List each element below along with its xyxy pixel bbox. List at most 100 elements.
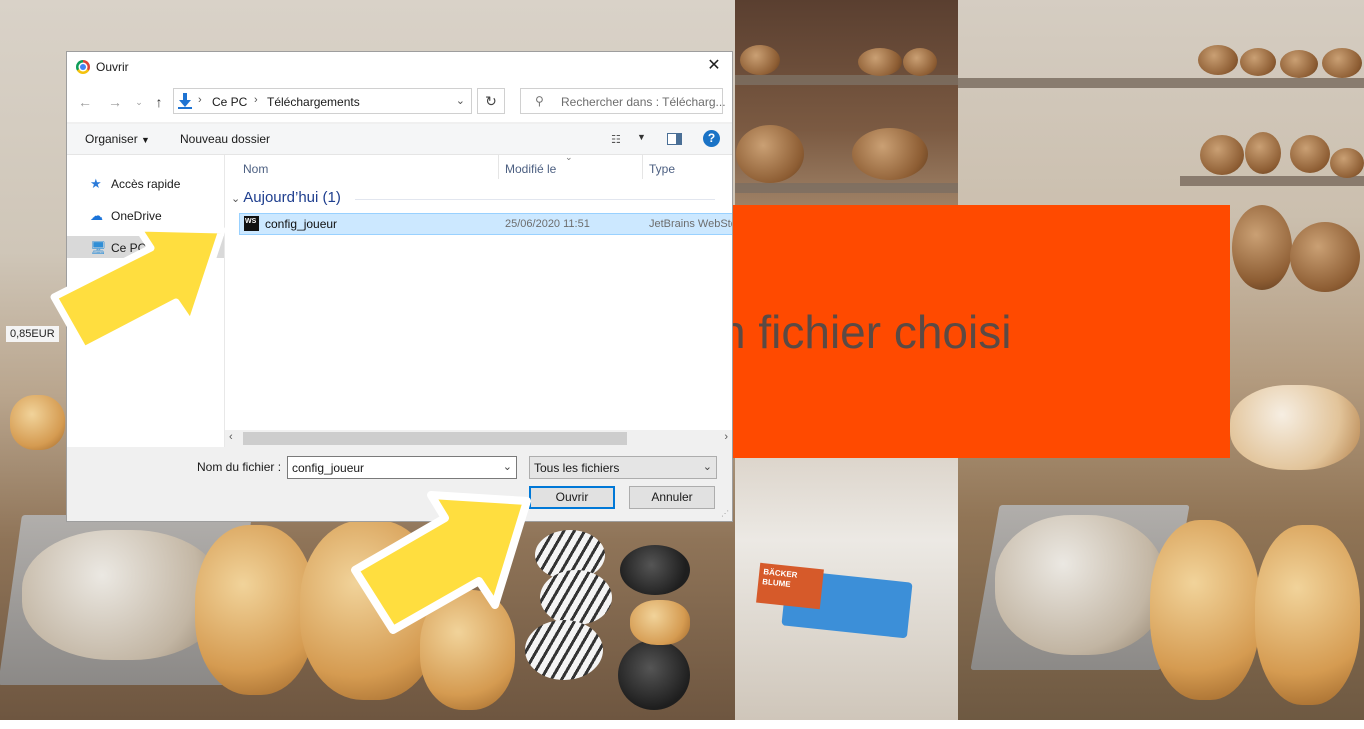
column-header-type[interactable]: Type	[649, 162, 675, 176]
breadcrumb-separator: ›	[254, 94, 258, 106]
filetype-value: Tous les fichiers	[534, 461, 620, 475]
bread	[736, 125, 804, 183]
group-header-label: Aujourd’hui (1)	[243, 189, 341, 206]
filename-label: Nom du fichier :	[197, 460, 282, 474]
preview-pane-icon[interactable]	[667, 133, 682, 145]
organize-label: Organiser	[85, 132, 138, 146]
help-icon[interactable]: ?	[703, 130, 720, 147]
close-button[interactable]: ✕	[704, 56, 724, 76]
sidebar-item-label: Accès rapide	[111, 177, 181, 191]
arrow-up-icon: ↑	[155, 94, 163, 110]
address-dropdown-button[interactable]: ⌄	[456, 94, 465, 107]
breadcrumb-separator: ›	[198, 94, 202, 106]
group-divider	[355, 199, 715, 200]
search-box[interactable]: ⚲ Rechercher dans : Télécharg...	[520, 88, 726, 114]
dialog-title: Ouvrir	[96, 60, 129, 74]
yellow-arrow-icon	[50, 224, 226, 354]
bread	[1290, 135, 1330, 173]
search-input[interactable]: Rechercher dans : Télécharg...	[561, 95, 726, 109]
close-icon: ✕	[707, 57, 721, 74]
bottom-strip	[0, 720, 1364, 729]
bread	[740, 45, 780, 75]
caret-down-icon: ▼	[141, 135, 150, 145]
back-button[interactable]: ←	[77, 94, 93, 110]
view-options-dropdown[interactable]: ▼	[637, 132, 646, 142]
overlay-caption: n fichier choisi	[720, 306, 1012, 358]
horizontal-scrollbar[interactable]: ‹ ›	[225, 430, 732, 447]
resize-grip-icon[interactable]: ⋰	[721, 509, 729, 518]
search-icon: ⚲	[535, 94, 544, 108]
downloads-folder-icon	[178, 93, 192, 109]
pastry	[1150, 520, 1260, 700]
bread	[1240, 48, 1276, 76]
up-button[interactable]: ↑	[151, 94, 167, 110]
chevron-down-icon: ⌄	[455, 95, 465, 107]
shelf	[1180, 176, 1364, 186]
navigation-bar: ← → ⌄ ↑ › Ce PC › Téléchargements ⌄ ↻ ⚲ …	[67, 82, 732, 122]
donut	[618, 640, 690, 710]
bread	[1198, 45, 1238, 75]
scroll-right-icon[interactable]: ›	[724, 431, 728, 443]
column-separator[interactable]	[498, 155, 499, 179]
bread	[1280, 50, 1318, 78]
file-name: config_joueur	[265, 217, 338, 231]
breadcrumb-ce-pc[interactable]: Ce PC	[212, 95, 247, 109]
address-bar[interactable]: › Ce PC › Téléchargements ⌄	[173, 88, 472, 114]
brochure: BÄCKER BLUME	[756, 562, 824, 610]
donut	[540, 570, 612, 625]
sidebar-item-quick-access[interactable]: ★ Accès rapide	[67, 172, 224, 194]
crumb-cake	[995, 515, 1165, 655]
chevron-down-icon[interactable]: ⌄	[503, 460, 512, 473]
new-folder-button[interactable]: Nouveau dossier	[180, 132, 270, 146]
command-toolbar: Organiser ▼ Nouveau dossier ☷ ▼ ?	[67, 124, 732, 155]
cancel-button[interactable]: Annuler	[629, 486, 715, 509]
bread	[1245, 132, 1281, 174]
pastry	[1230, 385, 1360, 470]
sort-caret-icon: ⌄	[565, 155, 573, 162]
bread	[1330, 148, 1364, 178]
dialog-titlebar[interactable]: Ouvrir ✕	[67, 52, 732, 82]
shelf	[958, 78, 1364, 88]
file-type: JetBrains WebStorm	[649, 218, 732, 230]
arrow-left-icon: ←	[78, 94, 92, 110]
chrome-icon	[76, 60, 90, 74]
breadcrumb-downloads[interactable]: Téléchargements	[267, 95, 360, 109]
bread	[903, 48, 937, 76]
donut	[525, 620, 603, 680]
forward-button[interactable]: →	[107, 94, 123, 110]
shelf	[735, 183, 958, 193]
column-header-modified[interactable]: Modifié le	[505, 162, 556, 176]
filename-value: config_joueur	[292, 461, 365, 475]
bread	[1232, 205, 1292, 290]
organize-menu[interactable]: Organiser ▼	[85, 132, 150, 146]
group-header-today[interactable]: ⌄ Aujourd’hui (1)	[231, 189, 341, 206]
shelf	[735, 75, 958, 85]
open-button[interactable]: Ouvrir	[529, 486, 615, 509]
scrollbar-thumb[interactable]	[243, 432, 627, 445]
scroll-left-icon[interactable]: ‹	[229, 431, 233, 443]
view-options-icon[interactable]: ☷	[611, 133, 621, 146]
bread	[1200, 135, 1244, 175]
column-separator[interactable]	[642, 155, 643, 179]
table-row[interactable]: WS config_joueur 25/06/2020 11:51 JetBra…	[239, 213, 732, 235]
filename-input[interactable]: config_joueur ⌄	[287, 456, 517, 479]
sidebar-item-label: OneDrive	[111, 209, 162, 223]
star-icon: ★	[90, 176, 102, 191]
refresh-icon: ↻	[485, 93, 497, 109]
donut	[620, 545, 690, 595]
bread	[852, 128, 928, 180]
refresh-button[interactable]: ↻	[477, 88, 505, 114]
filetype-select[interactable]: Tous les fichiers ⌄	[529, 456, 717, 479]
file-list: Nom Modifié le ⌄ Type ⌄ Aujourd’hui (1) …	[225, 155, 732, 447]
bread	[858, 48, 902, 76]
yellow-arrow-icon	[351, 491, 531, 634]
pastry	[1255, 525, 1360, 705]
chevron-down-icon: ⌄	[231, 193, 244, 205]
recent-locations-button[interactable]: ⌄	[131, 97, 147, 108]
pastry	[10, 395, 65, 450]
arrow-right-icon: →	[108, 94, 122, 110]
column-header-name[interactable]: Nom	[243, 162, 268, 176]
chevron-down-icon: ⌄	[702, 461, 712, 473]
webstorm-file-icon: WS	[244, 216, 259, 231]
file-modified: 25/06/2020 11:51	[505, 218, 590, 230]
